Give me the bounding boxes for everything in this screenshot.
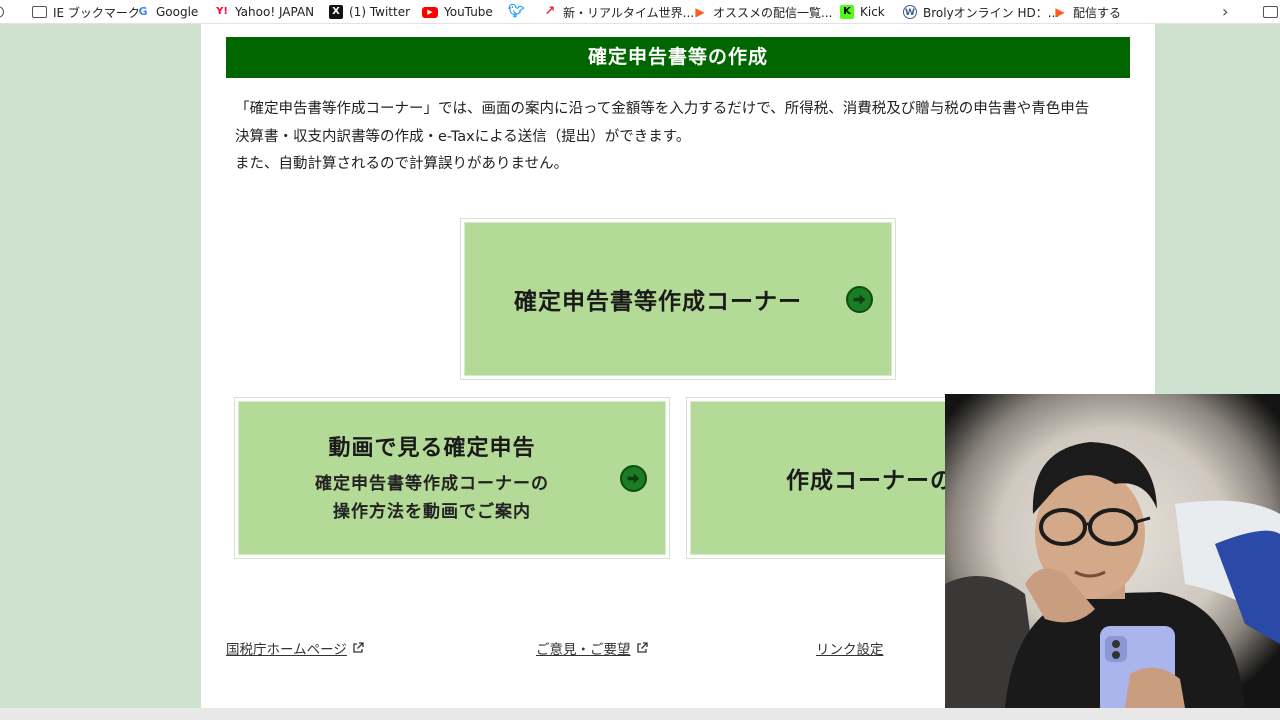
video-guide-button[interactable]: 動画で見る確定申告 確定申告書等作成コーナーの 操作方法を動画でご案内 bbox=[238, 401, 666, 555]
bookmark-kick[interactable]: K Kick bbox=[840, 0, 885, 23]
video-guide-subtitle-2: 操作方法を動画でご案内 bbox=[333, 502, 531, 522]
create-corner-label: 確定申告書等作成コーナー bbox=[514, 289, 802, 315]
bookmark-realtime[interactable]: ↗ 新・リアルタイム世界... bbox=[543, 0, 695, 23]
bottom-strip bbox=[0, 708, 1280, 720]
twitter-bird-icon: 🐦︎ bbox=[508, 4, 525, 19]
video-guide-title: 動画で見る確定申告 bbox=[328, 436, 536, 461]
feedback-link[interactable]: ご意見・ご要望 bbox=[536, 638, 648, 658]
intro-line-2: 決算書・収支内訳書等の作成・e-Taxによる送信（提出）ができます。 bbox=[235, 128, 691, 145]
page-title: 確定申告書等の作成 bbox=[226, 37, 1130, 78]
bookmark-google[interactable]: G Google bbox=[136, 0, 198, 23]
arrow-right-circle-icon bbox=[620, 465, 647, 492]
play-icon: ▶ bbox=[1055, 5, 1065, 19]
arrow-right-circle-icon bbox=[846, 286, 873, 313]
bookmark-twitter-bird[interactable]: 🐦︎ bbox=[508, 0, 528, 23]
bookmark-yahoo[interactable]: Y! Yahoo! JAPAN bbox=[215, 0, 314, 23]
bookmark-broly[interactable]: W Brolyオンライン HD：... bbox=[903, 0, 1059, 23]
bookmark-ie[interactable]: IE ブックマーク bbox=[32, 0, 140, 23]
webcam-person-image bbox=[945, 394, 1280, 708]
create-corner-button[interactable]: 確定申告書等作成コーナー bbox=[464, 222, 892, 376]
yahoo-icon: Y! bbox=[216, 6, 228, 17]
x-icon: X bbox=[329, 5, 343, 19]
other-bookmarks-folder-icon[interactable] bbox=[1263, 6, 1278, 18]
bookmarks-bar: IE ブックマーク G Google Y! Yahoo! JAPAN X (1)… bbox=[0, 0, 1280, 24]
webcam-overlay bbox=[945, 394, 1280, 708]
folder-icon bbox=[32, 6, 47, 18]
bookmark-youtube[interactable]: ▶ YouTube bbox=[422, 0, 493, 23]
external-link-icon bbox=[353, 642, 364, 653]
bookmark-twitter[interactable]: X (1) Twitter bbox=[329, 0, 410, 23]
youtube-icon: ▶ bbox=[422, 6, 438, 18]
chart-icon: ↗ bbox=[544, 4, 556, 19]
external-link-icon bbox=[636, 642, 648, 653]
intro-line-1: 「確定申告書等作成コーナー」では、画面の案内に沿って金額等を入力するだけで、所得… bbox=[235, 101, 1090, 117]
play-icon: ▶ bbox=[695, 5, 705, 19]
google-icon: G bbox=[138, 5, 148, 18]
intro-line-3: また、自動計算されるので計算誤りがありません。 bbox=[235, 156, 569, 172]
bookmark-osusume[interactable]: ▶ オススメの配信一覧... bbox=[693, 0, 832, 23]
chevron-right-icon[interactable]: › bbox=[1222, 0, 1228, 23]
intro-text: 「確定申告書等作成コーナー」では、画面の案内に沿って金額等を入力するだけで、所得… bbox=[235, 96, 1125, 179]
kick-icon: K bbox=[840, 5, 854, 19]
partial-bookmark-icon[interactable] bbox=[0, 0, 10, 23]
nta-homepage-link[interactable]: 国税庁ホームページ bbox=[226, 638, 364, 658]
video-guide-subtitle-1: 確定申告書等作成コーナーの bbox=[315, 474, 549, 494]
bookmark-haishin[interactable]: ▶ 配信する bbox=[1053, 0, 1121, 23]
wordpress-icon: W bbox=[903, 5, 917, 19]
link-settings-link[interactable]: リンク設定 bbox=[816, 638, 884, 658]
